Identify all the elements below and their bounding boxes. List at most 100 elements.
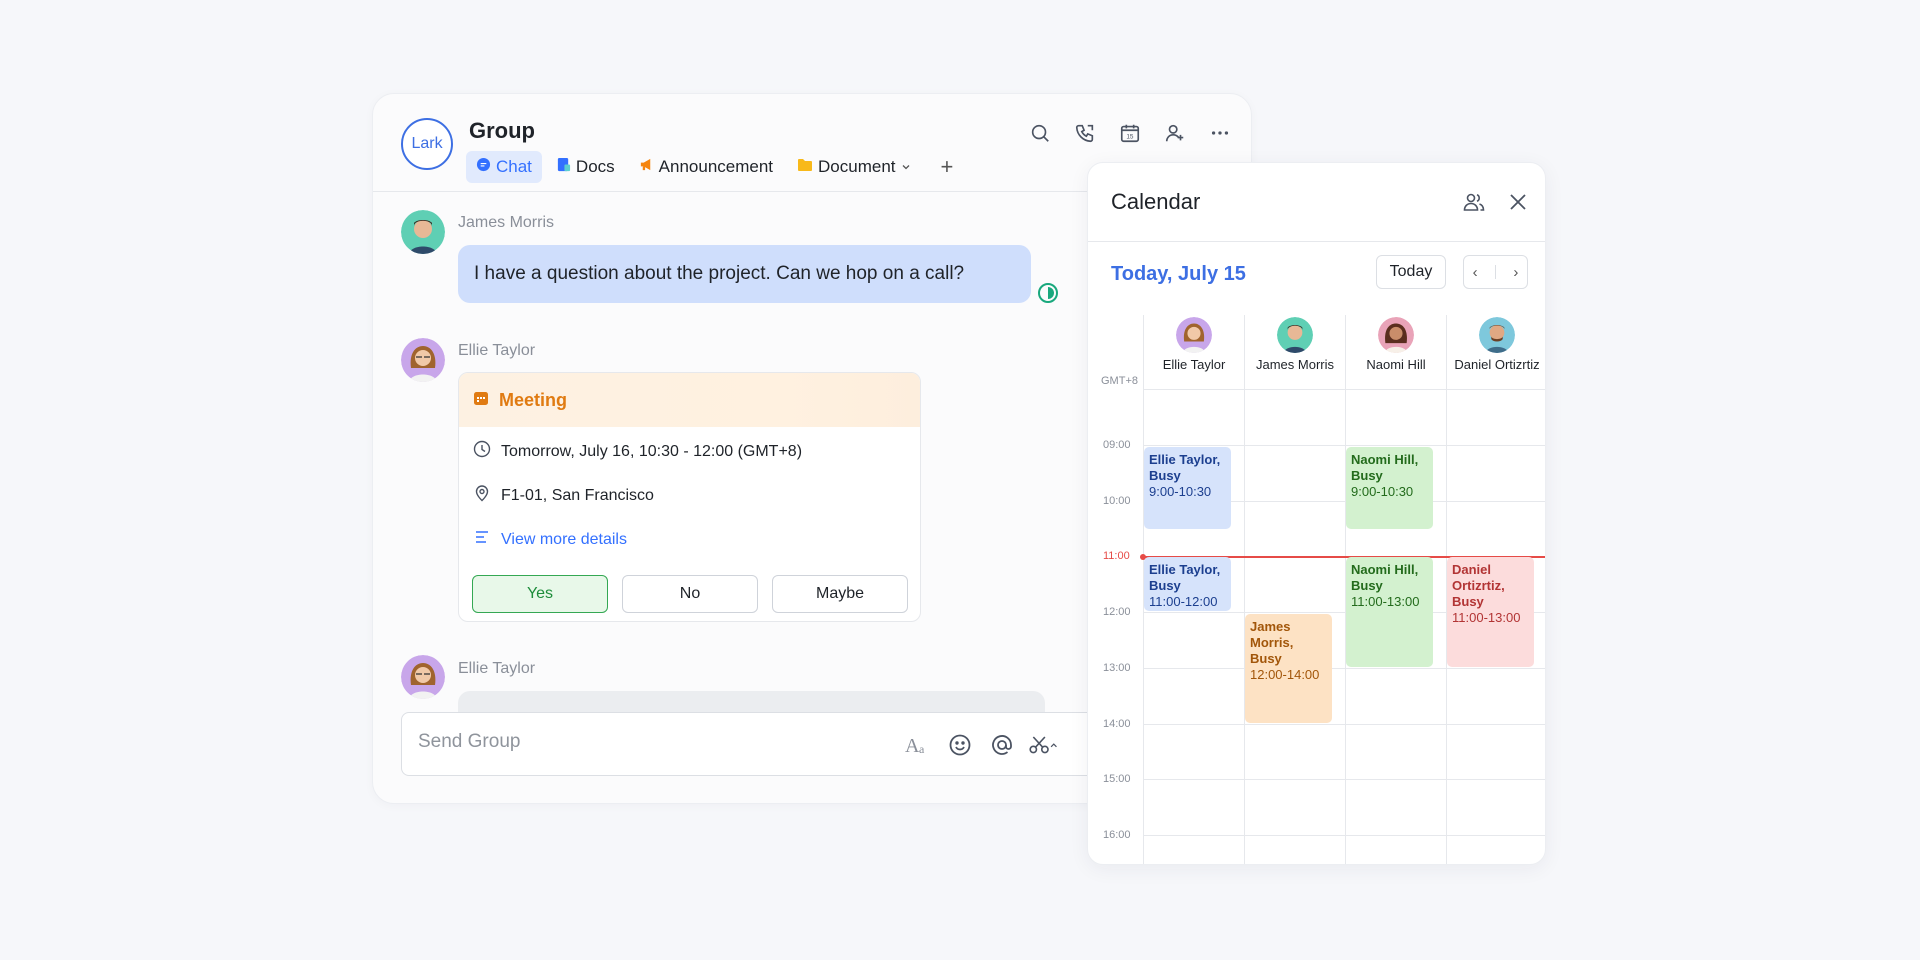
calendar-icon bbox=[473, 390, 489, 411]
event-title: Naomi Hill, Busy bbox=[1351, 562, 1419, 593]
today-button[interactable]: Today bbox=[1376, 255, 1446, 289]
calendar-event[interactable]: Naomi Hill, Busy 9:00-10:30 bbox=[1346, 447, 1433, 529]
meeting-card: Meeting Tomorrow, July 16, 10:30 - 12:00… bbox=[458, 372, 921, 622]
sender-name: Ellie Taylor bbox=[458, 660, 536, 677]
avatar-naomi-hill bbox=[1378, 317, 1414, 353]
view-details-link[interactable]: View more details bbox=[501, 531, 627, 549]
chat-tabs: Chat Docs Announcement Document + bbox=[466, 151, 953, 183]
tab-announcement[interactable]: Announcement bbox=[629, 151, 783, 183]
tab-label: Chat bbox=[496, 157, 532, 176]
current-time-label: 11:00 bbox=[1103, 550, 1130, 562]
calendar-event[interactable]: Naomi Hill, Busy 11:00-13:00 bbox=[1346, 557, 1433, 667]
event-title: Ellie Taylor, Busy bbox=[1149, 562, 1221, 593]
more-icon[interactable] bbox=[1197, 118, 1242, 148]
message-input[interactable] bbox=[418, 731, 868, 753]
meeting-location-row: F1-01, San Francisco bbox=[473, 484, 654, 507]
calendar-title: Calendar bbox=[1111, 189, 1201, 214]
tab-docs[interactable]: Docs bbox=[546, 151, 625, 183]
meeting-card-header: Meeting bbox=[459, 373, 920, 427]
location-pin-icon bbox=[473, 484, 491, 507]
calendar-panel: Calendar Today, July 15 Today ‹ › Ellie … bbox=[1087, 162, 1546, 865]
details-list-icon bbox=[473, 528, 491, 551]
tab-label: Docs bbox=[575, 157, 615, 176]
person-name: Daniel Ortizrtiz bbox=[1454, 357, 1540, 372]
calendar-grid: Ellie Taylor James Morris Naomi Hill Dan… bbox=[1088, 315, 1545, 864]
calendar-event[interactable]: Ellie Taylor, Busy 11:00-12:00 bbox=[1144, 557, 1231, 611]
add-tab-button[interactable]: + bbox=[941, 154, 954, 180]
rsvp-yes-button[interactable]: Yes bbox=[472, 575, 608, 613]
event-time: 11:00-12:00 bbox=[1149, 594, 1218, 609]
event-time: 11:00-13:00 bbox=[1351, 594, 1420, 609]
search-icon[interactable] bbox=[1017, 118, 1062, 148]
header-actions: 15 bbox=[1017, 118, 1242, 148]
person-column-header[interactable]: Ellie Taylor bbox=[1144, 315, 1244, 372]
event-time: 9:00-10:30 bbox=[1351, 484, 1414, 499]
grid-line bbox=[1143, 668, 1545, 669]
people-icon[interactable] bbox=[1462, 190, 1486, 219]
avatar-james-morris bbox=[401, 210, 445, 254]
person-column-header[interactable]: Naomi Hill bbox=[1346, 315, 1446, 372]
chat-icon bbox=[476, 157, 491, 177]
call-icon[interactable] bbox=[1062, 118, 1107, 148]
hour-label: 12:00 bbox=[1103, 606, 1131, 618]
megaphone-icon bbox=[639, 157, 654, 177]
hour-label: 10:00 bbox=[1103, 495, 1131, 507]
folder-icon bbox=[797, 157, 813, 177]
grid-line bbox=[1143, 779, 1545, 780]
chevron-left-icon[interactable]: ‹ bbox=[1473, 264, 1478, 281]
scissors-icon[interactable] bbox=[1028, 729, 1060, 761]
event-title: James Morris, Busy bbox=[1250, 619, 1294, 666]
chevron-right-icon[interactable]: › bbox=[1513, 264, 1518, 281]
person-column-header[interactable]: Daniel Ortizrtiz bbox=[1447, 315, 1545, 372]
tab-label: Announcement bbox=[658, 157, 774, 176]
close-icon[interactable] bbox=[1506, 190, 1530, 219]
calendar-date: Today, July 15 bbox=[1111, 263, 1246, 285]
avatar-ellie-taylor bbox=[1176, 317, 1212, 353]
hour-label: 09:00 bbox=[1103, 439, 1131, 451]
calendar-event[interactable]: Ellie Taylor, Busy 9:00-10:30 bbox=[1144, 447, 1231, 529]
text-format-icon[interactable]: Aa bbox=[902, 729, 934, 761]
meeting-title: Meeting bbox=[499, 389, 568, 410]
add-member-icon[interactable] bbox=[1152, 118, 1197, 148]
event-title: Naomi Hill, Busy bbox=[1351, 452, 1419, 483]
divider bbox=[1494, 265, 1496, 279]
event-time: 9:00-10:30 bbox=[1149, 484, 1212, 499]
calendar-icon[interactable]: 15 bbox=[1107, 118, 1152, 148]
emoji-icon[interactable] bbox=[944, 729, 976, 761]
group-title: Group bbox=[469, 118, 535, 143]
tab-chat[interactable]: Chat bbox=[466, 151, 542, 183]
rsvp-maybe-button[interactable]: Maybe bbox=[772, 575, 908, 613]
avatar-ellie-taylor bbox=[401, 338, 445, 382]
rsvp-no-button[interactable]: No bbox=[622, 575, 758, 613]
view-details-row[interactable]: View more details bbox=[473, 528, 627, 551]
hour-label: 14:00 bbox=[1103, 718, 1131, 730]
grid-line bbox=[1143, 835, 1545, 836]
svg-text:15: 15 bbox=[1126, 134, 1134, 141]
person-column-header[interactable]: James Morris bbox=[1245, 315, 1345, 372]
grid-line bbox=[1143, 445, 1545, 446]
lark-logo: Lark bbox=[401, 118, 453, 170]
date-navigation: ‹ › bbox=[1463, 255, 1528, 289]
person-name: James Morris bbox=[1255, 357, 1334, 372]
avatar-daniel-ortizrtiz bbox=[1479, 317, 1515, 353]
clock-icon bbox=[473, 440, 491, 463]
calendar-event[interactable]: James Morris, Busy 12:00-14:00 bbox=[1245, 614, 1332, 723]
hour-label: 13:00 bbox=[1103, 662, 1131, 674]
hour-label: 15:00 bbox=[1103, 773, 1131, 785]
event-title: Ellie Taylor, Busy bbox=[1149, 452, 1221, 483]
message-bubble: I have a question about the project. Can… bbox=[458, 245, 1031, 303]
meeting-time: Tomorrow, July 16, 10:30 - 12:00 (GMT+8) bbox=[501, 442, 803, 460]
person-name: Naomi Hill bbox=[1366, 357, 1426, 372]
mention-icon[interactable] bbox=[986, 729, 1018, 761]
meeting-time-row: Tomorrow, July 16, 10:30 - 12:00 (GMT+8) bbox=[473, 440, 802, 463]
sender-name: Ellie Taylor bbox=[458, 342, 536, 359]
person-name: Ellie Taylor bbox=[1162, 357, 1226, 372]
avatar-ellie-taylor bbox=[401, 655, 445, 699]
calendar-event[interactable]: Daniel Ortizrtiz, Busy 11:00-13:00 bbox=[1447, 557, 1534, 667]
docs-icon bbox=[556, 157, 571, 177]
grid-line bbox=[1143, 389, 1545, 390]
hour-label: 16:00 bbox=[1103, 829, 1131, 841]
event-title: Daniel Ortizrtiz, Busy bbox=[1452, 562, 1505, 609]
meeting-location: F1-01, San Francisco bbox=[501, 486, 654, 504]
tab-document[interactable]: Document bbox=[787, 151, 920, 183]
